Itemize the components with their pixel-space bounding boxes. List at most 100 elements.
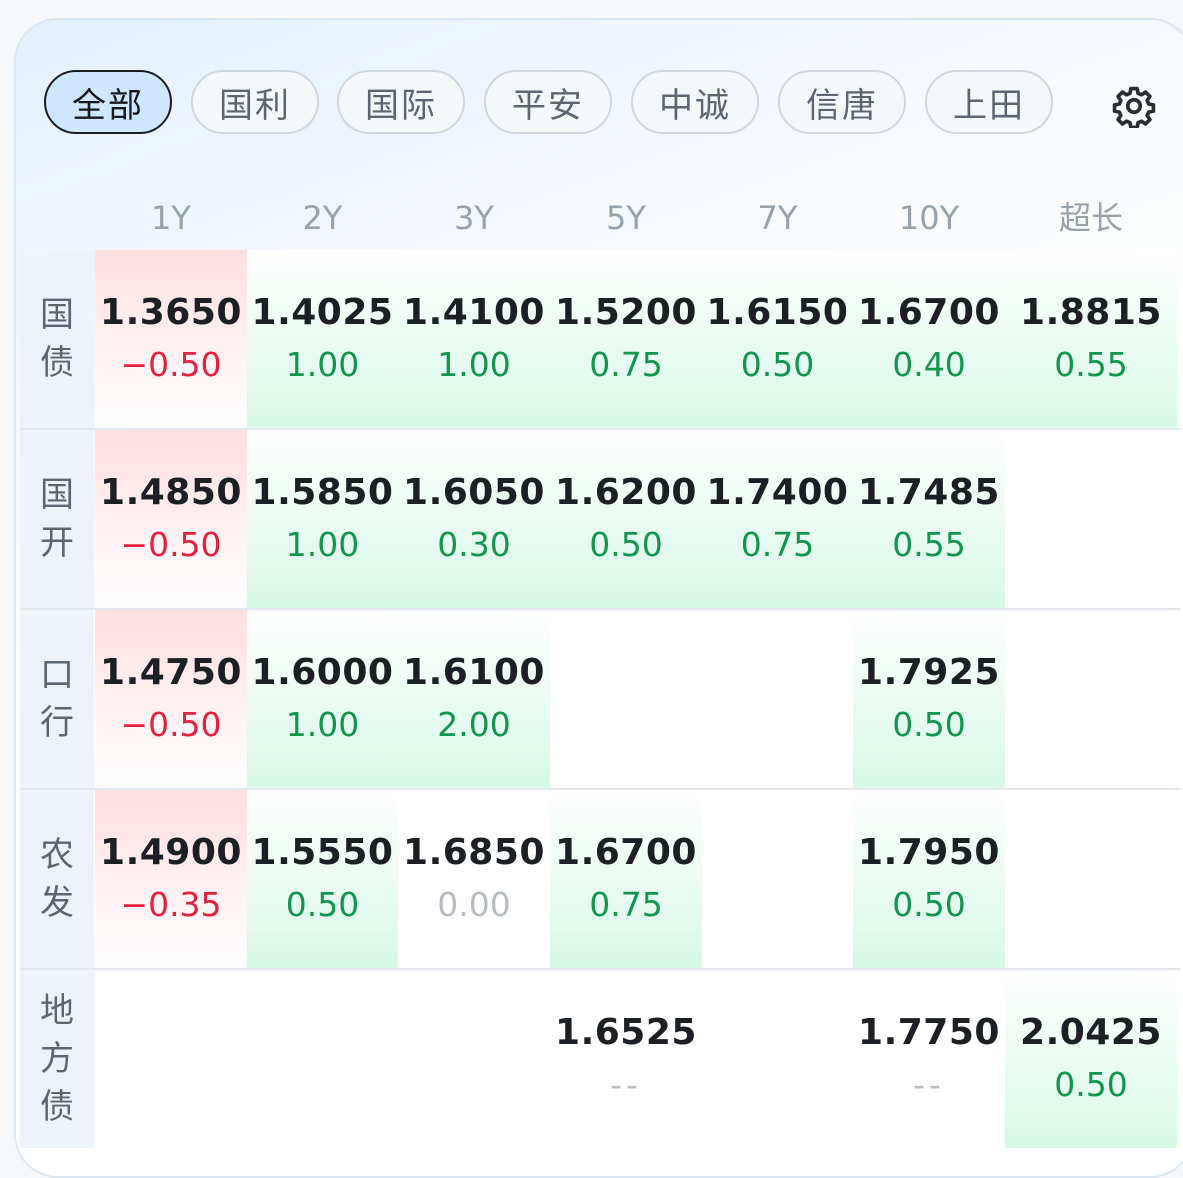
row-label-char: 开 <box>40 523 74 563</box>
yield-value: 1.5550 <box>251 832 394 873</box>
yield-cell[interactable]: 1.5850 1.00 <box>247 430 398 608</box>
filter-pill-1[interactable]: 国利 <box>191 70 319 134</box>
yield-change: 0.50 <box>740 345 815 384</box>
yield-change: 0.30 <box>437 525 511 564</box>
yield-value: 1.6850 <box>403 832 545 873</box>
yield-cell[interactable]: 1.4025 1.00 <box>247 250 398 428</box>
filter-pill-2[interactable]: 国际 <box>337 70 465 134</box>
yield-cell[interactable]: 1.3650 −0.50 <box>95 250 247 428</box>
yield-cell[interactable]: 1.7485 0.55 <box>853 430 1005 608</box>
yield-change: 0.55 <box>892 525 966 564</box>
yield-change: 1.00 <box>285 525 360 564</box>
yield-value: 1.7750 <box>858 1012 1000 1053</box>
yield-cell[interactable]: 1.7925 0.50 <box>853 610 1005 788</box>
yield-value: 1.7485 <box>858 472 1000 513</box>
yield-change: 0.50 <box>892 885 966 924</box>
row-label-char: 地 <box>40 991 74 1031</box>
yield-value: 1.6100 <box>403 652 545 693</box>
row-label-char: 债 <box>40 1087 74 1127</box>
row-label: 国开 <box>20 430 94 608</box>
row-label: 农发 <box>20 790 94 968</box>
yield-value: 1.7400 <box>706 472 849 513</box>
row-label-char: 发 <box>40 883 74 923</box>
yield-cell[interactable]: 1.6150 0.50 <box>702 250 853 428</box>
yield-cell[interactable]: 1.4750 −0.50 <box>95 610 247 788</box>
yield-value: 1.4850 <box>100 472 242 513</box>
yield-change: 0.40 <box>892 345 966 384</box>
yield-value: 1.4025 <box>251 292 394 333</box>
column-header-5[interactable]: 10Y <box>853 198 1005 238</box>
yield-cell[interactable]: 1.7750 -- <box>853 970 1005 1148</box>
yield-change: 1.00 <box>285 345 360 384</box>
yield-cell[interactable]: 1.6700 0.40 <box>853 250 1005 428</box>
yield-card: 全部 国利 国际 平安 中诚 信唐 上田 1Y 2Y 3Y 5Y 7Y 10Y 超长 国债 1.3650−… <box>14 18 1183 1178</box>
yield-cell[interactable]: 1.6850 0.00 <box>398 790 550 968</box>
yield-cell[interactable]: 1.6525 -- <box>550 970 702 1148</box>
row-label-char: 国 <box>40 295 74 335</box>
yield-value: 1.4750 <box>100 652 242 693</box>
column-header-2[interactable]: 3Y <box>398 198 550 238</box>
yield-value: 1.6700 <box>858 292 1000 333</box>
yield-cell[interactable]: 1.4900 −0.35 <box>95 790 247 968</box>
filter-pill-0[interactable]: 全部 <box>44 70 172 134</box>
yield-cell[interactable]: 1.8815 0.55 <box>1005 250 1177 428</box>
yield-value: 1.6150 <box>706 292 849 333</box>
yield-cell[interactable]: 1.6700 0.75 <box>550 790 702 968</box>
yield-value: 1.4900 <box>100 832 242 873</box>
yield-change: 0.50 <box>1054 1065 1128 1104</box>
yield-cell[interactable]: 1.6100 2.00 <box>398 610 550 788</box>
yield-change: 1.00 <box>285 705 360 744</box>
filter-pill-5[interactable]: 信唐 <box>778 70 906 134</box>
yield-cell[interactable]: 1.6000 1.00 <box>247 610 398 788</box>
yield-change: 1.00 <box>437 345 511 384</box>
yield-value: 2.0425 <box>1020 1012 1162 1053</box>
yield-value: 1.6050 <box>403 472 545 513</box>
yield-cell[interactable]: 2.0425 0.50 <box>1005 970 1177 1148</box>
yield-change: 0.55 <box>1054 345 1128 384</box>
yield-value: 1.3650 <box>100 292 242 333</box>
yield-value: 1.6000 <box>251 652 394 693</box>
yield-change: −0.50 <box>120 345 222 384</box>
yield-change: -- <box>913 1065 945 1104</box>
gear-icon[interactable] <box>1112 84 1156 128</box>
yield-value: 1.6200 <box>555 472 697 513</box>
yield-change: −0.50 <box>120 705 222 744</box>
row-label: 国债 <box>20 250 94 428</box>
column-header-4[interactable]: 7Y <box>702 198 853 238</box>
yield-change: 0.75 <box>589 345 663 384</box>
row-label-char: 国 <box>40 475 74 515</box>
yield-change: 0.75 <box>740 525 815 564</box>
yield-cell[interactable]: 1.6200 0.50 <box>550 430 702 608</box>
yield-change: 0.50 <box>589 525 663 564</box>
row-label: 地方债 <box>20 970 94 1148</box>
yield-change: 0.00 <box>437 885 511 924</box>
column-header-3[interactable]: 5Y <box>550 198 702 238</box>
row-label-char: 方 <box>40 1039 74 1079</box>
column-header-1[interactable]: 2Y <box>247 198 398 238</box>
yield-cell[interactable]: 1.5550 0.50 <box>247 790 398 968</box>
column-header-0[interactable]: 1Y <box>95 198 247 238</box>
filter-pill-3[interactable]: 平安 <box>484 70 612 134</box>
yield-value: 1.5200 <box>555 292 697 333</box>
yield-change: −0.35 <box>120 885 222 924</box>
yield-change: 0.75 <box>589 885 663 924</box>
row-label: 口行 <box>20 610 94 788</box>
yield-change: 2.00 <box>437 705 511 744</box>
row-label-char: 口 <box>40 655 74 695</box>
yield-cell[interactable]: 1.6050 0.30 <box>398 430 550 608</box>
yield-change: 0.50 <box>285 885 360 924</box>
yield-cell[interactable]: 1.4100 1.00 <box>398 250 550 428</box>
yield-cell[interactable]: 1.7950 0.50 <box>853 790 1005 968</box>
filter-pill-4[interactable]: 中诚 <box>631 70 759 134</box>
yield-cell[interactable]: 1.4850 −0.50 <box>95 430 247 608</box>
yield-change: −0.50 <box>120 525 222 564</box>
yield-change: -- <box>610 1065 642 1104</box>
column-header-6[interactable]: 超长 <box>1005 198 1177 238</box>
yield-value: 1.6700 <box>555 832 697 873</box>
yield-cell[interactable]: 1.5200 0.75 <box>550 250 702 428</box>
yield-cell[interactable]: 1.7400 0.75 <box>702 430 853 608</box>
row-label-char: 农 <box>40 835 74 875</box>
yield-value: 1.7950 <box>858 832 1000 873</box>
yield-change: 0.50 <box>892 705 966 744</box>
filter-pill-6[interactable]: 上田 <box>925 70 1053 134</box>
